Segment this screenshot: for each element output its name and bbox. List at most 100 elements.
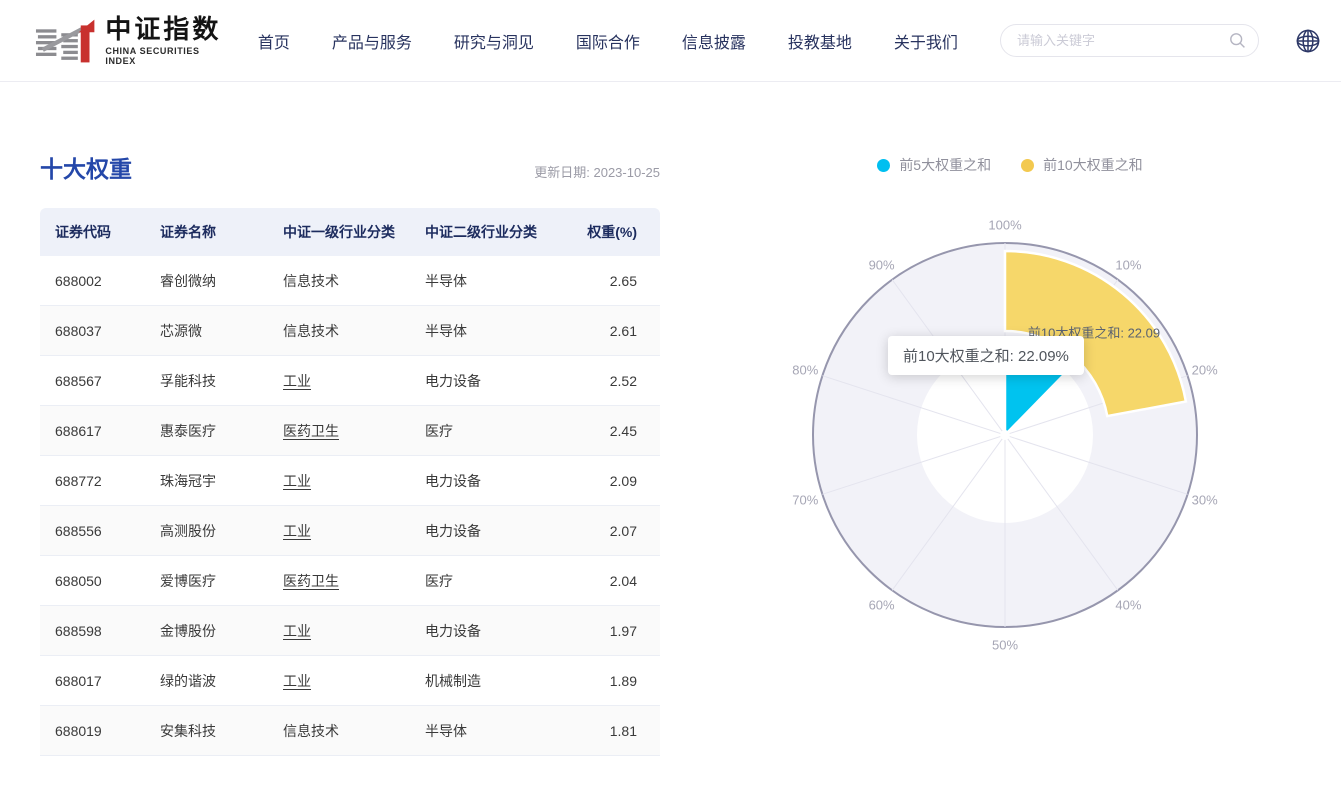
industry-level2: 电力设备 <box>410 506 560 556</box>
nav-item[interactable]: 产品与服务 <box>332 29 412 53</box>
industry-level2: 半导体 <box>410 256 560 306</box>
industry-link[interactable]: 医药卫生 <box>283 423 339 439</box>
weight-value: 2.45 <box>560 406 660 456</box>
security-name: 睿创微纳 <box>145 256 268 306</box>
nav-item[interactable]: 国际合作 <box>576 29 640 53</box>
logo[interactable]: 中证指数 CHINA SECURITIES INDEX <box>35 15 230 67</box>
industry-level2: 半导体 <box>410 706 560 756</box>
industry-link[interactable]: 工业 <box>283 473 311 489</box>
angle-axis-tick-label: 30% <box>1192 492 1218 507</box>
industry-link[interactable]: 工业 <box>283 373 311 389</box>
angle-axis-tick-label: 10% <box>1115 258 1141 273</box>
nav-item[interactable]: 投教基地 <box>788 29 852 53</box>
weight-value: 1.97 <box>560 606 660 656</box>
angle-axis-tick-label: 40% <box>1115 597 1141 612</box>
industry-level1[interactable]: 工业 <box>268 356 410 406</box>
industry-level2: 医疗 <box>410 556 560 606</box>
search-box[interactable] <box>1000 24 1259 57</box>
industry-level2: 医疗 <box>410 406 560 456</box>
industry-level1: 信息技术 <box>268 256 410 306</box>
nav-item[interactable]: 关于我们 <box>894 29 958 53</box>
page-title: 十大权重 <box>40 150 132 184</box>
search-icon[interactable] <box>1229 32 1246 49</box>
angle-axis-tick-label: 50% <box>992 638 1018 653</box>
chart-tooltip: 前10大权重之和: 22.09% <box>888 336 1084 375</box>
column-header: 中证一级行业分类 <box>268 208 410 256</box>
main-nav: 首页 产品与服务 研究与洞见 国际合作 信息披露 投教基地 关于我们 <box>258 29 1000 53</box>
table-row: 688567孚能科技工业 电力设备2.52 <box>40 356 660 406</box>
angle-axis-tick-label: 100% <box>988 218 1022 233</box>
table-row: 688050爱博医疗医药卫生医疗2.04 <box>40 556 660 606</box>
table-row: 688617惠泰医疗医药卫生 医疗2.45 <box>40 406 660 456</box>
logo-text: 中证指数 CHINA SECURITIES INDEX <box>105 15 229 67</box>
polar-chart: 100%10%20%30%40%50%60%70%80%90%前10大权重之和:… <box>700 83 1320 743</box>
industry-level1[interactable]: 工业 <box>268 456 410 506</box>
logo-name-en: CHINA SECURITIES INDEX <box>105 46 229 66</box>
weight-value: 1.81 <box>560 706 660 756</box>
industry-level1: 信息技术 <box>268 306 410 356</box>
industry-level1[interactable]: 工业 <box>268 506 410 556</box>
security-name: 孚能科技 <box>145 356 268 406</box>
table-row: 688002睿创微纳信息技术半导体2.65 <box>40 256 660 306</box>
industry-level2: 半导体 <box>410 306 560 356</box>
industry-link[interactable]: 工业 <box>283 673 311 689</box>
industry-level1[interactable]: 医药卫生 <box>268 556 410 606</box>
nav-item[interactable]: 研究与洞见 <box>454 29 534 53</box>
weight-value: 2.52 <box>560 356 660 406</box>
industry-level1: 信息技术 <box>268 706 410 756</box>
security-name: 金博股份 <box>145 606 268 656</box>
top-nav: 中证指数 CHINA SECURITIES INDEX 首页 产品与服务 研究与洞见… <box>0 0 1341 82</box>
update-date: 更新日期: 2023-10-25 <box>534 162 660 184</box>
polar-center-dot <box>1000 430 1010 440</box>
industry-level1[interactable]: 工业 <box>268 656 410 706</box>
angle-axis-tick-label: 90% <box>869 258 895 273</box>
security-name: 高测股份 <box>145 506 268 556</box>
security-code: 688567 <box>40 356 145 406</box>
weight-value: 2.07 <box>560 506 660 556</box>
security-code: 688772 <box>40 456 145 506</box>
security-name: 爱博医疗 <box>145 556 268 606</box>
security-code: 688556 <box>40 506 145 556</box>
logo-mark-icon <box>35 17 95 65</box>
nav-item[interactable]: 信息披露 <box>682 29 746 53</box>
weights-section: 十大权重 更新日期: 2023-10-25 证券代码证券名称中证一级行业分类中证… <box>40 150 660 756</box>
security-code: 688037 <box>40 306 145 356</box>
security-name: 惠泰医疗 <box>145 406 268 456</box>
search-input[interactable] <box>1017 33 1229 48</box>
language-globe-icon[interactable] <box>1295 28 1321 54</box>
table-row: 688017绿的谐波工业 机械制造1.89 <box>40 656 660 706</box>
industry-link[interactable]: 医药卫生 <box>283 573 339 589</box>
industry-level2: 电力设备 <box>410 456 560 506</box>
security-name: 绿的谐波 <box>145 656 268 706</box>
weight-value: 2.09 <box>560 456 660 506</box>
security-name: 珠海冠宇 <box>145 456 268 506</box>
industry-level2: 电力设备 <box>410 606 560 656</box>
weight-value: 1.89 <box>560 656 660 706</box>
industry-level2: 机械制造 <box>410 656 560 706</box>
security-code: 688002 <box>40 256 145 306</box>
industry-link[interactable]: 工业 <box>283 623 311 639</box>
weights-table: 证券代码证券名称中证一级行业分类中证二级行业分类权重(%) 688002睿创微纳… <box>40 208 660 756</box>
angle-axis-tick-label: 70% <box>792 492 818 507</box>
security-name: 安集科技 <box>145 706 268 756</box>
industry-level1[interactable]: 医药卫生 <box>268 406 410 456</box>
table-row: 688019安集科技信息技术半导体1.81 <box>40 706 660 756</box>
table-row: 688037芯源微信息技术半导体2.61 <box>40 306 660 356</box>
nav-item[interactable]: 首页 <box>258 29 290 53</box>
angle-axis-tick-label: 20% <box>1192 363 1218 378</box>
table-row: 688598金博股份工业 电力设备1.97 <box>40 606 660 656</box>
security-code: 688017 <box>40 656 145 706</box>
column-header: 证券代码 <box>40 208 145 256</box>
column-header: 权重(%) <box>560 208 660 256</box>
industry-level2: 电力设备 <box>410 356 560 406</box>
weight-value: 2.61 <box>560 306 660 356</box>
logo-name-cn: 中证指数 <box>105 15 229 44</box>
column-header: 证券名称 <box>145 208 268 256</box>
table-body: 688002睿创微纳信息技术半导体2.65688037芯源微信息技术半导体2.6… <box>40 256 660 756</box>
security-code: 688617 <box>40 406 145 456</box>
angle-axis-tick-label: 80% <box>792 363 818 378</box>
industry-level1[interactable]: 工业 <box>268 606 410 656</box>
column-header: 中证二级行业分类 <box>410 208 560 256</box>
security-code: 688598 <box>40 606 145 656</box>
industry-link[interactable]: 工业 <box>283 523 311 539</box>
